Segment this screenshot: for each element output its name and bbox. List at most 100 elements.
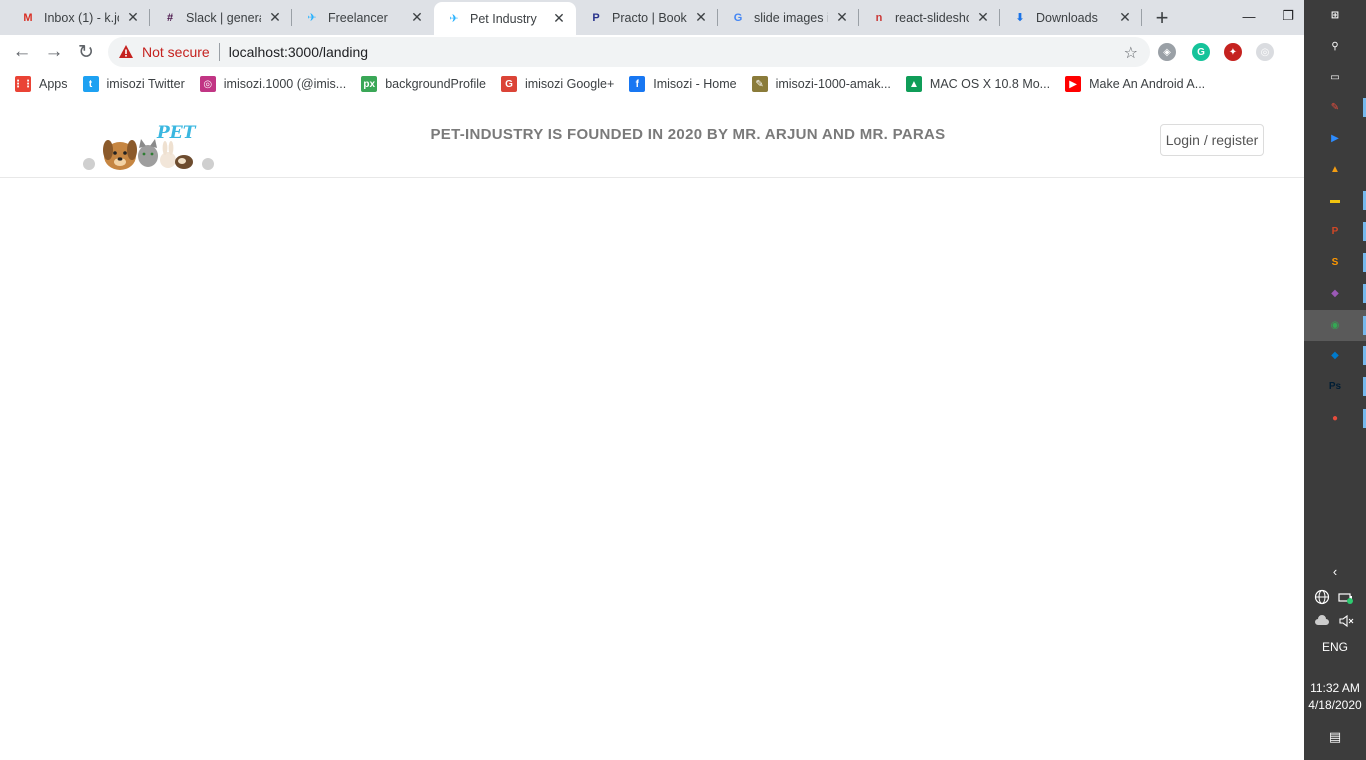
tab-gmail[interactable]: M Inbox (1) - k.jo ✕ bbox=[8, 0, 150, 35]
tab-close-icon[interactable]: ✕ bbox=[975, 9, 991, 26]
bookmark-item[interactable]: px backgroundProfile bbox=[361, 76, 486, 92]
bookmark-item[interactable]: ▶ Make An Android A... bbox=[1065, 76, 1205, 92]
tab-strip: M Inbox (1) - k.jo ✕ # Slack | general ✕ ✈ Free… bbox=[0, 0, 1304, 35]
tab-close-icon[interactable]: ✕ bbox=[834, 9, 850, 26]
vscode-icon: ◆ bbox=[1331, 350, 1339, 361]
network-icon[interactable] bbox=[1313, 588, 1331, 606]
windows-start-icon: ⊞ bbox=[1330, 10, 1340, 21]
site-header: PET PET-INDUSTRY IS FOUNDED IN 2020 BY M… bbox=[0, 99, 1304, 178]
freelancer-icon: ✈ bbox=[307, 12, 317, 24]
shield-extension-icon[interactable]: ◈ bbox=[1158, 43, 1176, 61]
photoshop-icon: Ps bbox=[1328, 381, 1342, 392]
apps-grid-icon: ⋮⋮ bbox=[13, 76, 33, 92]
bookmark-item[interactable]: f Imisozi - Home bbox=[629, 76, 737, 92]
tab-google[interactable]: Gslide images in ✕ bbox=[718, 0, 859, 35]
clock-time: 11:32 AM bbox=[1310, 681, 1360, 695]
notification-center-icon[interactable]: ▤ bbox=[1326, 728, 1344, 746]
forward-button[interactable]: → bbox=[40, 38, 68, 66]
search-icon: ⚲ bbox=[1331, 41, 1339, 52]
bookmark-item[interactable]: ◎ imisozi.1000 (@imis... bbox=[199, 76, 346, 92]
file-explorer-icon: ▬ bbox=[1330, 195, 1340, 206]
task-view-taskbar-button[interactable]: ▭ bbox=[1304, 62, 1366, 93]
red-extension-icon[interactable]: ✦ bbox=[1224, 43, 1242, 61]
address-bar[interactable]: Not secure localhost:3000/landing ☆ bbox=[108, 37, 1150, 67]
pet-logo[interactable]: PET bbox=[82, 120, 216, 174]
tab-title: Inbox (1) - k.jo bbox=[44, 10, 119, 25]
twitter-icon: t bbox=[82, 76, 99, 92]
logo-text: PET bbox=[156, 123, 197, 143]
bookmark-label: imisozi Twitter bbox=[106, 77, 185, 91]
tab-close-icon[interactable]: ✕ bbox=[409, 9, 425, 26]
tab-download[interactable]: ⬇ Downloads ✕ bbox=[1000, 0, 1142, 35]
screen-recorder-taskbar-button[interactable]: ● bbox=[1304, 403, 1366, 434]
restore-button[interactable]: ❐ bbox=[1272, 0, 1304, 32]
bookmark-item[interactable]: ✎ imisozi-1000-amak... bbox=[751, 76, 891, 92]
back-button[interactable]: ← bbox=[8, 38, 36, 66]
bookmark-star-icon[interactable]: ☆ bbox=[1124, 43, 1138, 63]
bookmark-icon: ✎ bbox=[751, 76, 768, 92]
security-status[interactable]: Not secure bbox=[142, 44, 210, 60]
google-icon: G bbox=[733, 11, 743, 24]
search-taskbar-button[interactable]: ⚲ bbox=[1304, 31, 1366, 62]
cloud-sync-icon[interactable] bbox=[1313, 612, 1331, 630]
google-plus-icon: G bbox=[500, 76, 517, 92]
tab-close-icon[interactable]: ✕ bbox=[1117, 9, 1133, 26]
powerpoint-taskbar-button[interactable]: P bbox=[1304, 216, 1366, 247]
bookmark-item[interactable]: ⋮⋮ Apps bbox=[13, 76, 68, 92]
sublime-text-taskbar-button[interactable]: S bbox=[1304, 247, 1366, 278]
facebook-icon: f bbox=[629, 76, 646, 92]
task-view-icon: ▭ bbox=[1330, 72, 1340, 83]
new-tab-button[interactable]: + bbox=[1150, 5, 1174, 30]
browser-toolbar: ← → ↻ Not secure localhost:3000/landing … bbox=[0, 35, 1304, 69]
tab-react-app[interactable]: ✈ Pet Industry ✕ bbox=[434, 2, 576, 35]
bookmark-label: imisozi-1000-amak... bbox=[775, 77, 891, 91]
tab-title: Freelancer bbox=[328, 10, 388, 25]
volume-muted-icon[interactable] bbox=[1337, 612, 1355, 630]
bookmark-item[interactable]: t imisozi Twitter bbox=[82, 76, 185, 92]
tab-close-icon[interactable]: ✕ bbox=[125, 9, 141, 26]
vlc-app-icon: ▲ bbox=[1330, 164, 1340, 175]
bookmark-item[interactable]: ▲ MAC OS X 10.8 Mo... bbox=[905, 76, 1050, 92]
tab-close-icon[interactable]: ✕ bbox=[693, 9, 709, 26]
url-text[interactable]: localhost:3000/landing bbox=[229, 44, 368, 60]
instagram-icon: ◎ bbox=[199, 76, 216, 92]
tab-close-icon[interactable]: ✕ bbox=[267, 9, 283, 26]
grammarly-extension-icon[interactable]: G bbox=[1192, 43, 1210, 61]
tray-chevron-icon[interactable]: ‹ bbox=[1305, 562, 1365, 580]
practo-icon: P bbox=[592, 11, 600, 24]
zoom-app-icon: ▶ bbox=[1331, 133, 1339, 144]
windows-start-taskbar-button[interactable]: ⊞ bbox=[1304, 0, 1366, 31]
tab-slack[interactable]: # Slack | general ✕ bbox=[150, 0, 292, 35]
reload-button[interactable]: ↻ bbox=[72, 38, 100, 66]
page-headline: PET-INDUSTRY IS FOUNDED IN 2020 BY MR. A… bbox=[430, 126, 946, 143]
download-icon: ⬇ bbox=[1015, 12, 1025, 24]
vlc-app-taskbar-button[interactable]: ▲ bbox=[1304, 154, 1366, 185]
bookmark-item[interactable]: Gimisozi Google+ bbox=[500, 76, 615, 92]
browser-window: M Inbox (1) - k.jo ✕ # Slack | general ✕ ✈ Free… bbox=[0, 0, 1304, 760]
bookmark-label: Imisozi - Home bbox=[653, 77, 737, 91]
powerpoint-icon: P bbox=[1331, 226, 1339, 237]
tab-practo[interactable]: P Practo | Book ✕ bbox=[576, 0, 718, 35]
tab-title: Downloads bbox=[1036, 10, 1098, 25]
clock[interactable]: 11:32 AM 4/18/2020 bbox=[1304, 680, 1366, 714]
git-app-taskbar-button[interactable]: ◆ bbox=[1304, 278, 1366, 309]
tab-close-icon[interactable]: ✕ bbox=[551, 10, 567, 27]
file-explorer-taskbar-button[interactable]: ▬ bbox=[1304, 185, 1366, 216]
bookmark-label: imisozi Google+ bbox=[524, 77, 615, 91]
battery-icon[interactable] bbox=[1337, 588, 1355, 606]
tab-freelancer[interactable]: ✈ Freelancer ✕ bbox=[292, 0, 434, 35]
minimize-button[interactable]: — bbox=[1226, 0, 1272, 32]
photoshop-taskbar-button[interactable]: Ps bbox=[1304, 371, 1366, 402]
zoom-app-taskbar-button[interactable]: ▶ bbox=[1304, 123, 1366, 154]
chrome-taskbar-button[interactable]: ◉ bbox=[1304, 310, 1366, 341]
chrome-icon: ◉ bbox=[1330, 320, 1340, 331]
address-separator bbox=[218, 43, 220, 61]
tab-npm[interactable]: n react-slideshow ✕ bbox=[859, 0, 1000, 35]
language-indicator[interactable]: ENG bbox=[1304, 640, 1366, 654]
bookmarks-bar: ⋮⋮ Apps t imisozi Twitter ◎ imisozi.1000 (@im… bbox=[0, 69, 1304, 99]
paint-app-taskbar-button[interactable]: ✎ bbox=[1304, 92, 1366, 123]
tab-title: Slack | general bbox=[186, 10, 261, 25]
login-register-button[interactable]: Login / register bbox=[1160, 124, 1264, 156]
vscode-taskbar-button[interactable]: ◆ bbox=[1304, 340, 1366, 371]
grey-extension-icon[interactable]: ◎ bbox=[1256, 43, 1274, 61]
